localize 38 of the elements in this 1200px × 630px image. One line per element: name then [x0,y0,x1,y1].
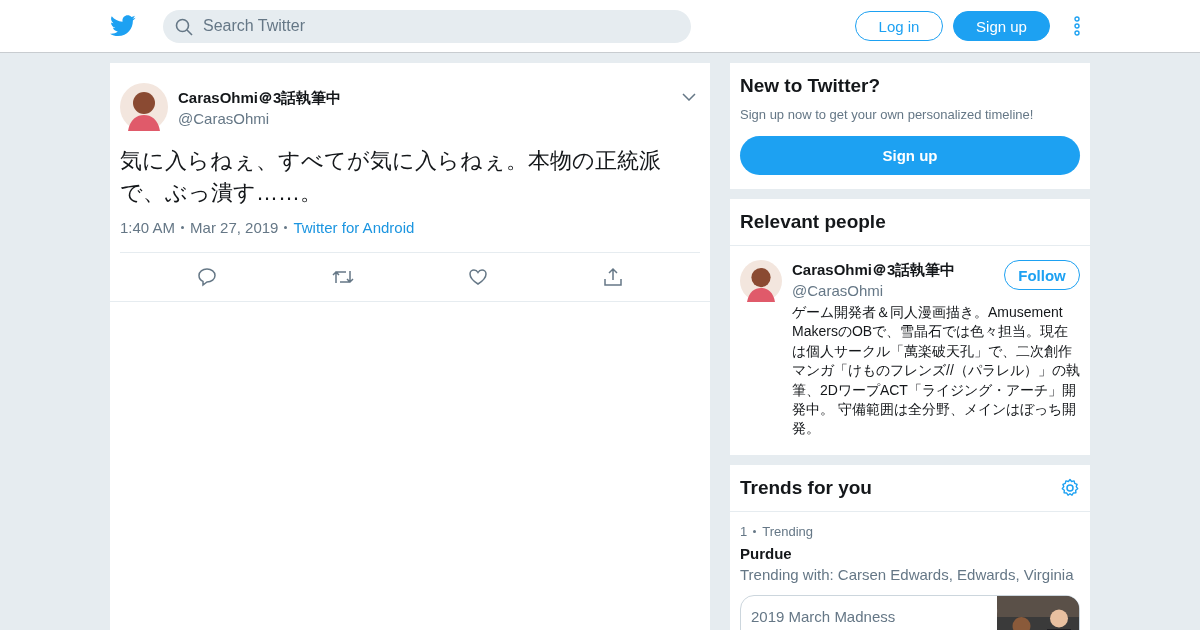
caret-icon[interactable] [682,93,696,101]
user-bio: ゲーム開発者＆同人漫画描き。Amusement MakersのOBで、雪晶石では色々担当。現在は個人サークル「萬楽破天孔」で、二次創作マンガ「けものフレンズ//（パラレル）」の執筆、2DワープACT「ライジング・アーチ」開発中。 守備範囲は全分野、メインはぼっち開発。 [792,303,1080,439]
signup-button[interactable]: Sign up [953,11,1050,41]
trend-name[interactable]: Purdue [740,544,1080,562]
separator-dot [284,226,288,229]
login-button[interactable]: Log in [855,11,943,41]
trend-label: Trending [762,523,814,539]
retweet-icon[interactable] [331,268,354,286]
story-category: 2019 March Madness [750,606,897,627]
separator-dot [753,529,757,533]
bird-logo-icon[interactable] [110,15,136,37]
share-icon[interactable] [602,267,623,287]
user-name[interactable]: CarasOhmi＠3話執筆中 [178,89,342,108]
tweet-text: 気に入らねぇ、すべてが気に入らねぇ。本物の正統派で、ぶっ潰す……。 [120,147,662,207]
story-card[interactable]: 2019 March Madness [740,594,1080,630]
trend-rank: 1 [740,523,748,539]
card-title: Trends for you [740,476,872,499]
follow-button[interactable]: Follow [1004,260,1080,290]
trend-related: Trending with: Carsen Edwards, Edwards, Virginia [740,565,1075,583]
settings-icon[interactable] [1060,477,1080,498]
tweet-time: 1:40 AM [120,219,176,236]
source-link[interactable]: Twitter for Android [293,219,415,236]
heart-icon[interactable] [468,268,489,286]
user-name[interactable]: CarasOhmi＠3話執筆中 [792,261,956,280]
reply-icon[interactable] [197,267,218,287]
signup-button[interactable]: Sign up [740,136,1080,175]
card-title: New to Twitter? [740,75,882,97]
search-field[interactable]: Search Twitter [163,9,691,43]
tweet-date: Mar 27, 2019 [190,219,279,236]
separator-dot [181,226,185,229]
user-handle[interactable]: @CarasOhmi [792,282,956,299]
more-icon[interactable] [1074,16,1080,36]
card-title: Relevant people [730,199,1090,246]
avatar-icon [120,83,168,131]
search-icon [175,17,193,36]
signup-subtitle: Sign up now to get your own personalized timeline! [740,107,1035,122]
user-handle[interactable]: @CarasOhmi [178,110,342,127]
avatar-icon [740,260,782,302]
